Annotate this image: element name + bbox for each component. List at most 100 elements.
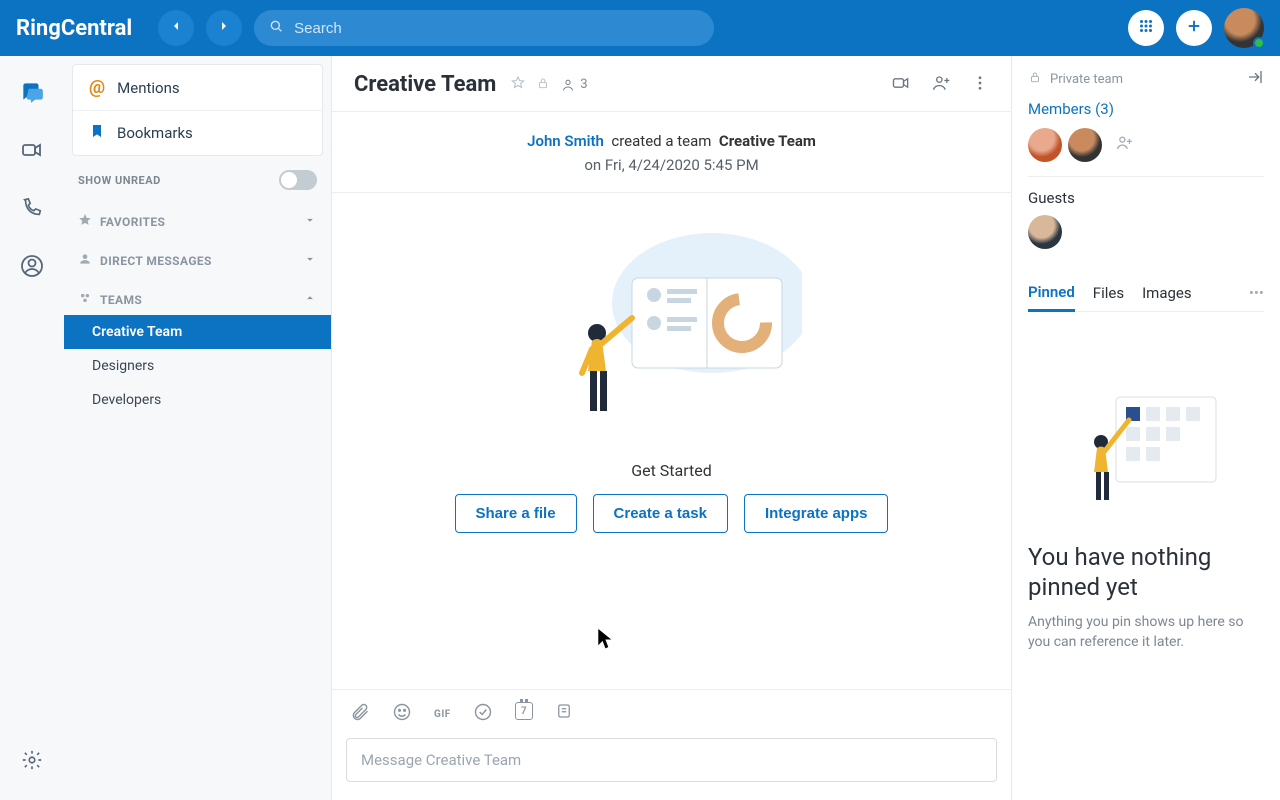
collapse-icon xyxy=(1246,75,1264,90)
search-icon xyxy=(268,18,284,38)
search-input[interactable] xyxy=(294,20,700,37)
gif-button[interactable]: GIF xyxy=(434,702,451,726)
show-unread-toggle-row: SHOW UNREAD xyxy=(64,156,331,198)
get-started-illustration xyxy=(542,223,802,443)
tab-pinned[interactable]: Pinned xyxy=(1028,275,1075,312)
add-people-button[interactable] xyxy=(931,73,951,97)
rail-settings[interactable] xyxy=(18,748,46,776)
dialpad-icon xyxy=(1137,17,1155,39)
sidebar-team-developers[interactable]: Developers xyxy=(64,383,331,417)
chevron-up-icon xyxy=(303,290,317,309)
composer: GIF 7 Message Creative Team xyxy=(332,689,1011,800)
search-box[interactable] xyxy=(254,10,714,46)
add-person-icon xyxy=(931,78,951,97)
message-input[interactable]: Message Creative Team xyxy=(346,738,997,782)
lock-icon xyxy=(1028,70,1042,88)
rail-video[interactable] xyxy=(18,138,46,166)
rail-phone[interactable] xyxy=(18,196,46,224)
show-unread-toggle[interactable] xyxy=(279,170,317,190)
star-icon xyxy=(78,213,92,230)
section-favorites[interactable]: FAVORITES xyxy=(64,198,331,237)
gear-icon xyxy=(21,749,43,775)
create-task-button[interactable]: Create a task xyxy=(593,494,728,533)
sidebar-item-label: Mentions xyxy=(117,79,179,97)
person-icon xyxy=(78,252,92,269)
rail-messages[interactable] xyxy=(18,80,46,108)
team-icon xyxy=(78,291,92,308)
team-created-message: John Smith created a team Creative Team xyxy=(332,122,1011,156)
nav-rail xyxy=(0,56,64,800)
team-created-date: on Fri, 4/24/2020 5:45 PM xyxy=(332,156,1011,193)
more-horizontal-icon: ••• xyxy=(1249,284,1264,302)
presence-indicator-icon xyxy=(1253,37,1265,49)
brand-logo: RingCentral xyxy=(16,16,132,41)
topbar: RingCentral xyxy=(0,0,1280,56)
tab-files[interactable]: Files xyxy=(1093,276,1124,310)
sidebar-item-mentions[interactable]: @ Mentions xyxy=(73,65,322,111)
video-icon xyxy=(891,78,911,97)
start-video-button[interactable] xyxy=(891,73,911,97)
tab-more-button[interactable]: ••• xyxy=(1249,284,1264,302)
share-file-button[interactable]: Share a file xyxy=(455,494,577,533)
get-started-label: Get Started xyxy=(332,461,1011,480)
contacts-icon xyxy=(20,254,44,282)
dialpad-button[interactable] xyxy=(1128,10,1164,46)
sidebar-team-designers[interactable]: Designers xyxy=(64,349,331,383)
rail-contacts[interactable] xyxy=(18,254,46,282)
attach-button[interactable] xyxy=(350,702,370,726)
sidebar-item-label: Bookmarks xyxy=(117,124,193,142)
calendar-icon: 7 xyxy=(515,702,533,720)
guests-heading: Guests xyxy=(1028,176,1264,207)
lock-icon xyxy=(536,76,550,94)
chevron-right-icon xyxy=(216,18,232,38)
add-button[interactable] xyxy=(1176,10,1212,46)
add-person-icon xyxy=(1114,133,1134,157)
tab-images[interactable]: Images xyxy=(1142,276,1192,310)
more-options-button[interactable] xyxy=(971,74,989,96)
chat-title: Creative Team xyxy=(354,72,496,97)
phone-icon xyxy=(21,197,43,223)
more-vertical-icon xyxy=(971,77,989,96)
profile-avatar[interactable] xyxy=(1224,8,1264,48)
star-outline-icon[interactable] xyxy=(510,75,526,95)
note-icon xyxy=(555,705,573,724)
smile-icon xyxy=(392,707,412,726)
chevron-left-icon xyxy=(168,18,184,38)
section-teams[interactable]: TEAMS xyxy=(64,276,331,315)
plus-icon xyxy=(1185,17,1203,39)
sidebar-team-creative-team[interactable]: Creative Team xyxy=(64,315,331,349)
pinned-empty-title: You have nothing pinned yet xyxy=(1028,542,1264,602)
show-unread-label: SHOW UNREAD xyxy=(78,174,161,187)
sidebar-item-bookmarks[interactable]: Bookmarks xyxy=(73,111,322,155)
pinned-empty-desc: Anything you pin shows up here so you ca… xyxy=(1028,612,1264,653)
guest-avatar[interactable] xyxy=(1028,215,1062,249)
pinned-empty-illustration xyxy=(1071,372,1221,522)
emoji-button[interactable] xyxy=(392,702,412,726)
section-direct-messages[interactable]: DIRECT MESSAGES xyxy=(64,237,331,276)
event-button[interactable]: 7 xyxy=(515,702,533,726)
note-button[interactable] xyxy=(555,702,573,726)
member-avatar[interactable] xyxy=(1068,128,1102,162)
chat-header: Creative Team 3 xyxy=(332,56,1011,112)
paperclip-icon xyxy=(350,707,370,726)
sidebar: @ Mentions Bookmarks SHOW UNREAD FAVORIT… xyxy=(64,56,332,800)
nav-back-button[interactable] xyxy=(158,10,194,46)
add-member-button[interactable] xyxy=(1108,129,1140,161)
bookmark-icon xyxy=(89,123,105,143)
members-heading[interactable]: Members (3) xyxy=(1028,100,1264,118)
task-circle-icon xyxy=(473,707,493,726)
chevron-down-icon xyxy=(303,212,317,231)
task-button[interactable] xyxy=(473,702,493,726)
nav-forward-button[interactable] xyxy=(206,10,242,46)
details-panel: Private team Members (3) Guests Pinned F… xyxy=(1012,56,1280,800)
collapse-panel-button[interactable] xyxy=(1246,68,1264,90)
member-count-icon[interactable]: 3 xyxy=(560,77,587,93)
member-avatar[interactable] xyxy=(1028,128,1062,162)
chat-icon xyxy=(19,79,45,109)
chat-area: Creative Team 3 John Smith created a tea… xyxy=(332,56,1012,800)
at-icon: @ xyxy=(89,77,105,98)
gif-icon: GIF xyxy=(434,709,451,720)
private-team-label: Private team xyxy=(1050,72,1123,87)
video-icon xyxy=(20,138,44,166)
integrate-apps-button[interactable]: Integrate apps xyxy=(744,494,889,533)
